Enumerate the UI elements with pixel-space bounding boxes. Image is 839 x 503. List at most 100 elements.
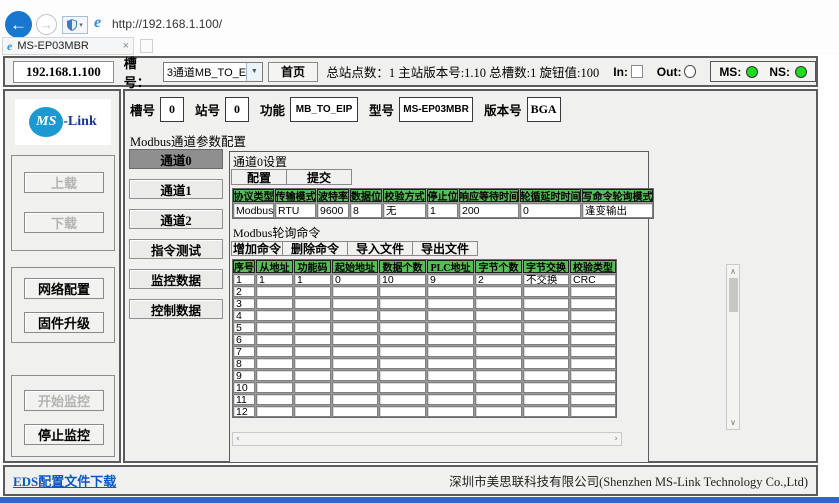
cell-input[interactable]: 4 — [233, 310, 255, 321]
cell-input[interactable] — [570, 370, 616, 381]
cell-input[interactable]: RTU — [275, 203, 316, 218]
config-button[interactable]: 配置 — [231, 169, 287, 185]
cell-input[interactable] — [427, 322, 474, 333]
cell-input[interactable]: 12 — [233, 406, 255, 417]
cell-input[interactable] — [523, 346, 569, 357]
cell-input[interactable] — [427, 346, 474, 357]
cell-input[interactable] — [379, 310, 426, 321]
tab-监控数据[interactable]: 监控数据 — [129, 269, 223, 289]
cell-input[interactable]: 0 — [332, 274, 378, 285]
poll-button-3[interactable]: 导入文件 — [347, 241, 413, 256]
cell-input[interactable]: 2 — [475, 274, 522, 285]
tab-通道2[interactable]: 通道2 — [129, 209, 223, 229]
cell-input[interactable] — [523, 406, 569, 417]
cell-input[interactable]: 9 — [427, 274, 474, 285]
cell-input[interactable] — [475, 334, 522, 345]
cell-input[interactable] — [523, 370, 569, 381]
tab-控制数据[interactable]: 控制数据 — [129, 299, 223, 319]
submit-button[interactable]: 提交 — [286, 169, 352, 185]
scroll-right-icon[interactable]: › — [614, 434, 618, 444]
cell-input[interactable]: 不交换 — [523, 274, 569, 285]
cell-input[interactable]: 2 — [233, 286, 255, 297]
cell-input[interactable] — [523, 382, 569, 393]
cell-input[interactable]: 8 — [350, 203, 382, 218]
cell-input[interactable]: 0 — [520, 203, 581, 218]
cell-input[interactable] — [332, 358, 378, 369]
tab-指令测试[interactable]: 指令测试 — [129, 239, 223, 259]
cell-input[interactable] — [332, 322, 378, 333]
cell-input[interactable] — [256, 382, 293, 393]
cell-input[interactable] — [256, 298, 293, 309]
firmware-upgrade-button[interactable]: 固件升级 — [24, 312, 104, 333]
network-config-button[interactable]: 网络配置 — [24, 278, 104, 299]
cell-input[interactable] — [379, 286, 426, 297]
poll-button-1[interactable]: 增加命令 — [231, 241, 283, 256]
cell-input[interactable]: 7 — [233, 346, 255, 357]
cell-input[interactable] — [294, 370, 331, 381]
eds-download-link[interactable]: EDS配置文件下载 — [13, 471, 116, 490]
cell-input[interactable] — [570, 322, 616, 333]
cell-input[interactable] — [475, 286, 522, 297]
cell-input[interactable]: 10 — [233, 382, 255, 393]
scroll-down-icon[interactable]: ∨ — [730, 418, 736, 427]
cell-input[interactable]: 3 — [233, 298, 255, 309]
cell-input[interactable] — [475, 394, 522, 405]
download-button[interactable]: 下载 — [24, 212, 104, 233]
cell-input[interactable] — [256, 334, 293, 345]
cell-input[interactable] — [294, 406, 331, 417]
cell-input[interactable] — [570, 382, 616, 393]
cell-input[interactable]: 逢变输出 — [582, 203, 653, 218]
cell-input[interactable] — [256, 322, 293, 333]
cell-input[interactable] — [427, 298, 474, 309]
cell-input[interactable] — [475, 382, 522, 393]
cell-input[interactable] — [570, 334, 616, 345]
cell-input[interactable] — [570, 298, 616, 309]
upload-button[interactable]: 上载 — [24, 172, 104, 193]
cell-input[interactable] — [523, 322, 569, 333]
cell-input[interactable] — [332, 394, 378, 405]
poll-button-2[interactable]: 删除命令 — [282, 241, 348, 256]
cell-input[interactable] — [256, 394, 293, 405]
cell-input[interactable] — [379, 406, 426, 417]
cell-input[interactable] — [475, 346, 522, 357]
out-radio[interactable] — [684, 65, 696, 78]
cell-input[interactable] — [427, 310, 474, 321]
browser-back-button[interactable]: ← — [5, 11, 32, 38]
cell-input[interactable] — [294, 346, 331, 357]
cell-input[interactable] — [570, 394, 616, 405]
tab-通道1[interactable]: 通道1 — [129, 179, 223, 199]
cell-input[interactable]: 1 — [294, 274, 331, 285]
cell-input[interactable] — [523, 298, 569, 309]
cell-input[interactable]: 1 — [256, 274, 293, 285]
cell-input[interactable] — [570, 346, 616, 357]
cell-input[interactable] — [475, 322, 522, 333]
cell-input[interactable]: 6 — [233, 334, 255, 345]
scrollbar-thumb[interactable] — [729, 278, 738, 312]
scroll-up-icon[interactable]: ∧ — [730, 267, 736, 276]
cell-input[interactable]: 10 — [379, 274, 426, 285]
slot-select[interactable]: 3通道MB_TO_EIP ▼ — [163, 62, 263, 82]
cell-input[interactable]: 9600 — [317, 203, 349, 218]
cell-input[interactable] — [379, 394, 426, 405]
cell-input[interactable] — [523, 334, 569, 345]
cell-input[interactable] — [475, 370, 522, 381]
new-tab-button[interactable] — [140, 39, 153, 53]
cell-input[interactable] — [379, 382, 426, 393]
cell-input[interactable] — [332, 310, 378, 321]
cell-input[interactable] — [570, 406, 616, 417]
cell-input[interactable] — [332, 346, 378, 357]
poll-button-4[interactable]: 导出文件 — [412, 241, 478, 256]
cell-input[interactable] — [332, 334, 378, 345]
cell-input[interactable] — [256, 310, 293, 321]
address-bar[interactable]: http://192.168.1.100/ — [112, 17, 222, 31]
cell-input[interactable] — [379, 322, 426, 333]
cell-input[interactable] — [294, 334, 331, 345]
cell-input[interactable]: CRC — [570, 274, 616, 285]
tab-通道0[interactable]: 通道0 — [129, 149, 223, 169]
cell-input[interactable] — [379, 298, 426, 309]
cell-input[interactable] — [523, 310, 569, 321]
cell-input[interactable] — [332, 406, 378, 417]
cell-input[interactable] — [256, 358, 293, 369]
cell-input[interactable] — [379, 334, 426, 345]
cell-input[interactable] — [294, 310, 331, 321]
